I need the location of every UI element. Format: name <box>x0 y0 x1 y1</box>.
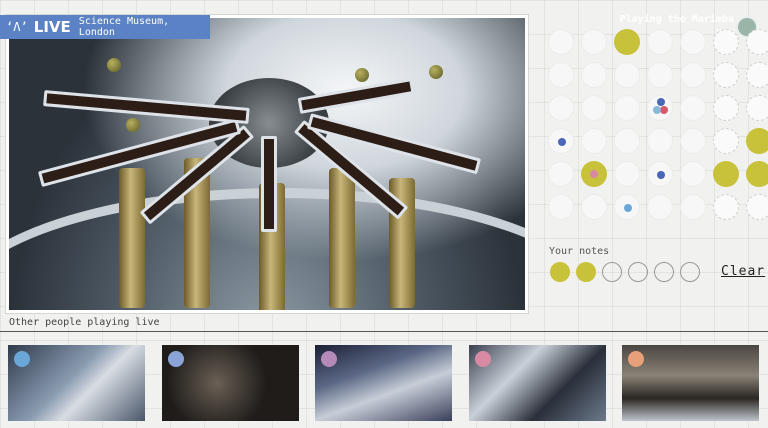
live-banner: ‘Λ’ LIVE Science Museum, London <box>0 15 210 39</box>
player-color-dot <box>167 351 184 367</box>
note-slot[interactable] <box>680 262 700 282</box>
note-cell[interactable] <box>746 161 768 187</box>
resonator-pipe <box>119 168 145 308</box>
note-cell[interactable] <box>746 128 768 154</box>
live-thumbnail-marimba[interactable] <box>8 345 145 421</box>
player-marker <box>657 171 665 179</box>
note-cell[interactable] <box>680 62 706 88</box>
player-marker <box>653 106 661 114</box>
note-cell[interactable] <box>647 128 673 154</box>
note-slot[interactable] <box>550 262 570 282</box>
broadcast-icon: ‘Λ’ <box>6 20 28 34</box>
note-cell[interactable] <box>647 29 673 55</box>
live-video[interactable] <box>6 15 528 313</box>
note-cell[interactable] <box>713 62 739 88</box>
marimba-bar <box>297 77 415 114</box>
player-marker <box>660 106 668 114</box>
note-cell[interactable] <box>746 62 768 88</box>
note-cell[interactable] <box>680 128 706 154</box>
note-cell[interactable] <box>680 95 706 121</box>
mallet <box>126 118 140 132</box>
note-cell[interactable] <box>581 62 607 88</box>
note-cell[interactable] <box>581 95 607 121</box>
note-cell[interactable] <box>581 161 607 187</box>
player-color-dot <box>321 351 337 367</box>
note-cell[interactable] <box>548 62 574 88</box>
clear-button[interactable]: Clear <box>721 264 765 279</box>
marimba-bar <box>43 90 250 124</box>
player-marker <box>657 98 665 106</box>
player-color-dot <box>474 351 491 367</box>
live-thumbnail-bells[interactable] <box>468 345 606 421</box>
live-label: LIVE <box>33 18 71 36</box>
note-cell[interactable] <box>713 95 739 121</box>
note-cell[interactable] <box>581 128 607 154</box>
note-cell[interactable] <box>647 95 673 121</box>
note-cell[interactable] <box>647 62 673 88</box>
note-cell[interactable] <box>548 128 574 154</box>
note-cell[interactable] <box>713 161 739 187</box>
others-label: Other people playing live <box>9 317 160 328</box>
note-cell[interactable] <box>614 194 640 220</box>
live-thumbnail-gong[interactable] <box>161 345 299 421</box>
player-marker <box>558 138 566 146</box>
note-cell[interactable] <box>746 29 768 55</box>
player-marker <box>590 170 598 178</box>
note-cell[interactable] <box>746 95 768 121</box>
player-marker <box>624 204 632 212</box>
note-cell[interactable] <box>713 128 739 154</box>
player-color-dot <box>14 351 30 367</box>
note-cell[interactable] <box>713 29 739 55</box>
note-cell[interactable] <box>680 161 706 187</box>
note-cell[interactable] <box>713 194 739 220</box>
note-cell[interactable] <box>614 95 640 121</box>
note-cell[interactable] <box>680 29 706 55</box>
note-cell[interactable] <box>548 161 574 187</box>
note-cell[interactable] <box>581 194 607 220</box>
note-cell[interactable] <box>581 29 607 55</box>
note-cell[interactable] <box>647 161 673 187</box>
note-cell[interactable] <box>614 128 640 154</box>
live-thumbnail-chimes[interactable] <box>315 345 452 421</box>
note-cell[interactable] <box>548 29 574 55</box>
note-cell[interactable] <box>614 62 640 88</box>
player-color-dot <box>628 351 644 367</box>
note-cell[interactable] <box>614 29 640 55</box>
marimba-bar <box>261 136 277 232</box>
note-slot[interactable] <box>602 262 622 282</box>
mallet <box>429 65 443 79</box>
location-label: Science Museum, London <box>78 16 170 38</box>
note-slot[interactable] <box>654 262 674 282</box>
live-thumbnail-drums[interactable] <box>622 345 759 421</box>
note-cell[interactable] <box>548 194 574 220</box>
note-cell[interactable] <box>680 194 706 220</box>
note-slot[interactable] <box>576 262 596 282</box>
note-cell[interactable] <box>746 194 768 220</box>
your-notes-label: Your notes <box>549 246 610 257</box>
note-cell[interactable] <box>614 161 640 187</box>
mallet <box>107 58 121 72</box>
note-cell[interactable] <box>548 95 574 121</box>
note-cell[interactable] <box>647 194 673 220</box>
resonator-pipe <box>329 168 355 308</box>
note-slot[interactable] <box>628 262 648 282</box>
mallet <box>355 68 369 82</box>
instrument-title: Playing the Marimba <box>619 14 734 25</box>
divider <box>0 331 768 332</box>
